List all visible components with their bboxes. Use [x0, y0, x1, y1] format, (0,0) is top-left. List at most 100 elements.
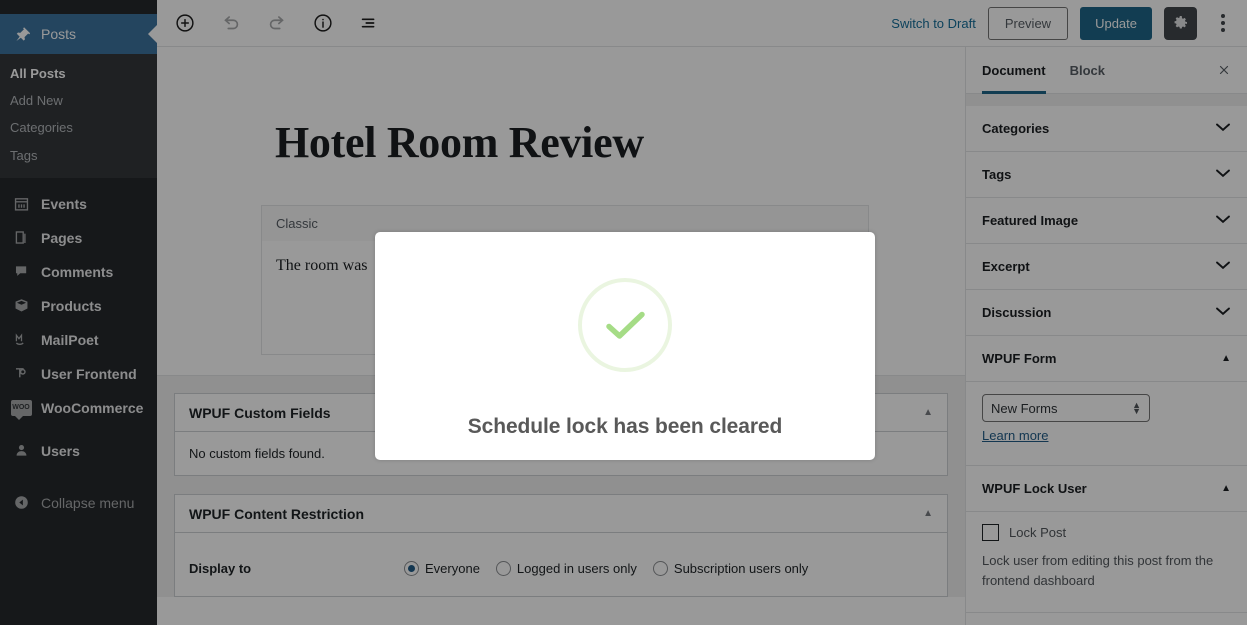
active-arrow-indicator	[148, 25, 157, 43]
success-check-icon	[578, 278, 672, 372]
sidebar-item-comments[interactable]: Comments	[0, 254, 157, 289]
undo-button[interactable]	[213, 5, 249, 41]
list-view-button[interactable]	[351, 5, 387, 41]
chevron-up-icon[interactable]: ▲	[923, 407, 933, 418]
radio-input[interactable]	[652, 561, 668, 577]
panel-title: Excerpt	[982, 259, 1030, 274]
sidebar-item-label: Users	[41, 442, 80, 459]
panel-wpuf-lock-user[interactable]: WPUF Lock User ▲	[966, 466, 1247, 512]
menu-divider	[0, 468, 157, 477]
radio-logged-in-users-only[interactable]: Logged in users only	[495, 561, 637, 577]
panel-tags[interactable]: Tags	[966, 152, 1247, 198]
chevron-down-icon[interactable]	[1215, 214, 1231, 227]
panel-title: Discussion	[982, 305, 1052, 320]
submenu-item-all-posts[interactable]: All Posts	[0, 61, 157, 88]
metabox-header[interactable]: WPUF Content Restriction ▲	[175, 495, 947, 534]
comment-icon	[10, 262, 32, 282]
submenu-item-categories[interactable]: Categories	[0, 115, 157, 142]
radio-everyone[interactable]: Everyone	[404, 561, 480, 577]
posts-submenu: All Posts Add New Categories Tags	[0, 54, 157, 178]
panel-wpuf-lock-user-body: Lock Post Lock user from editing this po…	[966, 512, 1247, 613]
panel-wpuf-form[interactable]: WPUF Form ▲	[966, 336, 1247, 382]
wpuf-form-select-value: New Forms	[991, 400, 1058, 416]
radio-subscription-users-only[interactable]: Subscription users only	[652, 561, 808, 577]
dot	[1221, 21, 1225, 25]
panel-discussion[interactable]: Discussion	[966, 290, 1247, 336]
learn-more-link[interactable]: Learn more	[982, 428, 1048, 443]
success-modal: Schedule lock has been cleared	[375, 232, 875, 460]
submenu-item-tags[interactable]: Tags	[0, 143, 157, 170]
panel-wpuf-form-body: New Forms ▲ ▼ Learn more	[966, 382, 1247, 466]
sidebar-item-label: Pages	[41, 229, 83, 246]
metabox-body: Display to Everyone Logged in users only	[175, 533, 947, 596]
kebab-vertical-icon[interactable]	[1209, 7, 1237, 40]
box-icon	[10, 296, 32, 316]
sidebar-item-label: MailPoet	[41, 331, 99, 348]
chevron-down-icon[interactable]	[1215, 306, 1231, 319]
radio-label: Logged in users only	[516, 561, 637, 577]
lock-post-checkbox-row[interactable]: Lock Post	[982, 524, 1231, 541]
chevron-up-icon[interactable]: ▲	[1221, 353, 1231, 364]
pin-icon	[10, 24, 32, 44]
display-to-radio-group: Everyone Logged in users only Subscripti…	[404, 561, 808, 577]
menu-divider	[0, 178, 157, 187]
panel-title: Categories	[982, 121, 1050, 136]
panel-categories[interactable]: Categories	[966, 106, 1247, 152]
tab-block[interactable]: Block	[1058, 47, 1117, 93]
header-right-tools: Switch to Draft Preview Update	[891, 6, 1247, 40]
chevron-down-icon[interactable]	[1215, 122, 1231, 135]
update-button[interactable]: Update	[1080, 6, 1152, 40]
no-custom-fields-text: No custom fields found.	[189, 446, 325, 462]
chevron-up-icon[interactable]: ▲	[923, 508, 933, 519]
dot	[1221, 28, 1225, 32]
redo-button[interactable]	[259, 5, 295, 41]
sidebar-item-users[interactable]: Users	[0, 433, 157, 468]
user-frontend-icon	[10, 364, 32, 384]
sidebar-item-pages[interactable]: Pages	[0, 220, 157, 255]
gear-icon[interactable]	[1164, 6, 1197, 40]
menu-divider	[0, 425, 157, 434]
details-button[interactable]	[305, 5, 341, 41]
radio-input[interactable]	[495, 561, 511, 577]
sidebar-item-user-frontend[interactable]: User Frontend	[0, 356, 157, 391]
preview-button[interactable]: Preview	[987, 6, 1069, 40]
radio-input[interactable]	[404, 561, 419, 577]
woo-badge: WOO	[10, 399, 32, 420]
sidebar-item-label: User Frontend	[41, 365, 137, 382]
sidebar-tabs: Document Block	[966, 47, 1247, 94]
chevron-up-icon[interactable]: ▲	[1221, 483, 1231, 494]
switch-to-draft-link[interactable]: Switch to Draft	[891, 16, 976, 31]
display-to-label: Display to	[189, 561, 252, 577]
wpuf-form-select[interactable]: New Forms ▲ ▼	[982, 394, 1150, 422]
stepper-arrows-icon[interactable]: ▲ ▼	[1132, 400, 1141, 416]
editor-header: Switch to Draft Preview Update	[157, 0, 1247, 47]
panel-excerpt[interactable]: Excerpt	[966, 244, 1247, 290]
lock-post-checkbox[interactable]	[982, 524, 999, 541]
sidebar-item-products[interactable]: Products	[0, 288, 157, 323]
close-icon[interactable]	[1209, 47, 1239, 93]
panel-title: Tags	[982, 167, 1012, 182]
admin-bar-strip	[0, 0, 157, 14]
lock-post-label: Lock Post	[1009, 525, 1067, 540]
woo-icon: WOO	[10, 398, 32, 420]
header-left-tools	[157, 5, 387, 41]
sidebar-item-events[interactable]: Events	[0, 186, 157, 221]
sidebar-item-label: Events	[41, 195, 87, 212]
sidebar-item-woocommerce[interactable]: WOO WooCommerce	[0, 390, 157, 425]
panel-featured-image[interactable]: Featured Image	[966, 198, 1247, 244]
sidebar-item-label: WooCommerce	[41, 399, 144, 416]
page-title[interactable]: Hotel Room Review	[157, 47, 965, 167]
pages-icon	[10, 228, 32, 248]
sidebar-item-mailpoet[interactable]: MailPoet	[0, 322, 157, 357]
add-block-button[interactable]	[167, 5, 203, 41]
chevron-down-icon[interactable]	[1215, 168, 1231, 181]
chevron-down-icon[interactable]	[1215, 260, 1231, 273]
display-to-row: Display to Everyone Logged in users only	[189, 547, 933, 582]
screen: Posts All Posts Add New Categories Tags	[0, 0, 1247, 625]
collapse-arrow-icon	[10, 493, 32, 513]
collapse-menu-button[interactable]: Collapse menu	[0, 485, 157, 520]
metabox-title: WPUF Content Restriction	[189, 505, 364, 522]
submenu-item-add-new[interactable]: Add New	[0, 88, 157, 115]
tab-document[interactable]: Document	[982, 47, 1058, 94]
sidebar-item-posts[interactable]: Posts	[0, 14, 157, 54]
